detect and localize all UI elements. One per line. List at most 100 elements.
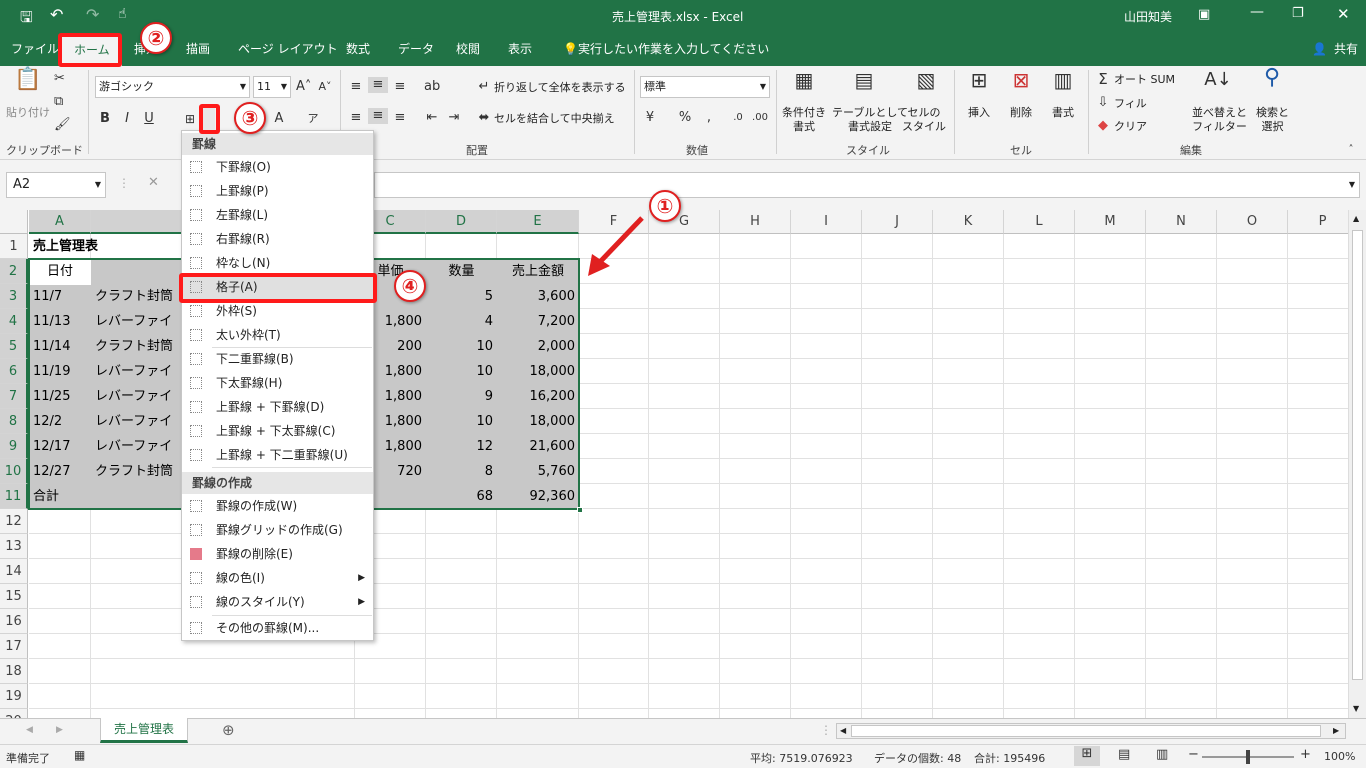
cell-date[interactable]: 12/17 <box>29 434 91 459</box>
row-header-13[interactable]: 13 <box>0 534 28 559</box>
cell-total-sales[interactable]: 92,360 <box>497 484 579 509</box>
decrease-decimal-icon[interactable]: .00 <box>752 110 768 126</box>
row-header-15[interactable]: 15 <box>0 584 28 609</box>
cell-date[interactable]: 12/27 <box>29 459 91 484</box>
cell-sales[interactable]: 2,000 <box>497 334 579 359</box>
wrap-text-icon[interactable]: ↵ <box>476 79 492 95</box>
row-header-10[interactable]: 10 <box>0 459 28 484</box>
grow-font-icon[interactable]: A˄ <box>296 79 311 95</box>
increase-decimal-icon[interactable]: .0 <box>730 110 746 126</box>
header-quantity[interactable]: 数量 <box>426 259 497 284</box>
wrap-text-button[interactable]: 折り返して全体を表示する <box>494 81 626 95</box>
share-button[interactable]: 共有 <box>1334 32 1358 66</box>
column-header-i[interactable]: I <box>791 210 862 234</box>
italic-button[interactable]: I <box>121 111 133 127</box>
row-header-5[interactable]: 5 <box>0 334 28 359</box>
vertical-scrollbar[interactable]: ▲ ▼ <box>1348 210 1366 718</box>
zoom-level[interactable]: 100% <box>1324 750 1355 763</box>
horizontal-scrollbar[interactable]: ◀ ▶ <box>836 723 1346 739</box>
column-header-e[interactable]: E <box>497 210 579 234</box>
currency-icon[interactable]: ¥ <box>642 110 658 126</box>
fill-button[interactable]: フィル <box>1114 97 1147 111</box>
row-header-17[interactable]: 17 <box>0 634 28 659</box>
restore-icon[interactable]: ❐ <box>1292 6 1304 21</box>
header-date[interactable]: 日付 <box>29 259 91 284</box>
tab-formulas[interactable]: 数式 <box>346 32 370 66</box>
menu-item-bottom-border[interactable]: 下罫線(O) <box>182 155 373 179</box>
column-header-h[interactable]: H <box>720 210 791 234</box>
conditional-format-icon[interactable]: ▦ <box>790 70 818 90</box>
phonetic-icon[interactable]: ア <box>306 111 320 127</box>
menu-item-draw-border[interactable]: 罫線の作成(W) <box>182 494 373 518</box>
column-header-d[interactable]: D <box>426 210 497 234</box>
autosum-icon[interactable]: Σ <box>1096 71 1110 87</box>
cell-date[interactable]: 11/7 <box>29 284 91 309</box>
row-header-9[interactable]: 9 <box>0 434 28 459</box>
cell-sales[interactable]: 18,000 <box>497 359 579 384</box>
prev-sheet-icon[interactable]: ◀ <box>26 725 33 735</box>
scroll-thumb[interactable] <box>1352 230 1363 680</box>
menu-item-line-style[interactable]: 線のスタイル(Y) ▶ <box>182 590 373 614</box>
ribbon-display-icon[interactable]: ▣ <box>1198 7 1210 22</box>
cell-styles-button[interactable]: セルの スタイル <box>902 106 946 134</box>
align-center-icon[interactable]: ≡ <box>368 108 388 124</box>
cut-icon[interactable]: ✂ <box>54 71 65 87</box>
zoom-in-icon[interactable]: + <box>1300 747 1311 762</box>
align-left-icon[interactable]: ≡ <box>348 110 364 126</box>
add-sheet-icon[interactable]: ⊕ <box>222 721 235 739</box>
cell-sales[interactable]: 18,000 <box>497 409 579 434</box>
column-header-a[interactable]: A <box>29 210 91 234</box>
cancel-icon[interactable]: ✕ <box>148 175 159 190</box>
clear-button[interactable]: クリア <box>1114 120 1147 134</box>
scroll-up-icon[interactable]: ▲ <box>1353 214 1359 223</box>
column-header-o[interactable]: O <box>1217 210 1288 234</box>
row-header-4[interactable]: 4 <box>0 309 28 334</box>
row-header-8[interactable]: 8 <box>0 409 28 434</box>
scroll-right-icon[interactable]: ▶ <box>1333 726 1339 735</box>
cell-sales[interactable]: 3,600 <box>497 284 579 309</box>
sort-filter-icon[interactable]: A↓ <box>1204 71 1232 89</box>
format-painter-icon[interactable]: 🖌 <box>54 117 71 133</box>
redo-icon[interactable]: ↷ <box>86 5 99 24</box>
menu-item-thick-box-border[interactable]: 太い外枠(T) <box>182 323 373 347</box>
page-layout-view-icon[interactable]: ▤ <box>1118 747 1130 762</box>
format-as-table-button[interactable]: テーブルとして 書式設定 <box>832 106 908 134</box>
font-color-icon[interactable]: A <box>272 111 286 127</box>
menu-item-thick-bottom-border[interactable]: 下太罫線(H) <box>182 371 373 395</box>
row-header-16[interactable]: 16 <box>0 609 28 634</box>
sheet-divider-icon[interactable]: ⋮ <box>820 723 832 737</box>
cell-date[interactable]: 11/19 <box>29 359 91 384</box>
format-cells-icon[interactable]: ▥ <box>1050 70 1076 90</box>
shrink-font-icon[interactable]: A˅ <box>318 79 332 95</box>
zoom-slider-thumb[interactable] <box>1246 750 1250 764</box>
menu-item-line-color[interactable]: 線の色(I) ▶ <box>182 566 373 590</box>
cell-quantity[interactable]: 9 <box>426 384 497 409</box>
merge-center-button[interactable]: セルを結合して中央揃え <box>494 112 615 126</box>
borders-icon[interactable]: ⊞ <box>183 111 197 127</box>
scroll-down-icon[interactable]: ▼ <box>1353 704 1359 713</box>
cell-date[interactable]: 11/25 <box>29 384 91 409</box>
cell-sales[interactable]: 16,200 <box>497 384 579 409</box>
cell-total-label[interactable]: 合計 <box>29 484 91 509</box>
touch-mode-icon[interactable]: ☝ <box>118 6 127 22</box>
header-sales[interactable]: 売上金額 <box>497 259 579 284</box>
cell-date[interactable]: 12/2 <box>29 409 91 434</box>
cell-styles-icon[interactable]: ▧ <box>912 70 940 90</box>
tell-me-input[interactable]: 実行したい作業を入力してください <box>578 32 769 66</box>
align-right-icon[interactable]: ≡ <box>392 110 408 126</box>
menu-item-draw-border-grid[interactable]: 罫線グリッドの作成(G) <box>182 518 373 542</box>
name-box[interactable]: A2 ▼ <box>6 172 106 198</box>
normal-view-icon[interactable]: ⊞ <box>1074 746 1100 766</box>
tab-data[interactable]: データ <box>398 32 434 66</box>
tab-review[interactable]: 校閲 <box>456 32 480 66</box>
row-header-11[interactable]: 11 <box>0 484 28 509</box>
cell-sales[interactable]: 5,760 <box>497 459 579 484</box>
column-header-n[interactable]: N <box>1146 210 1217 234</box>
tab-draw[interactable]: 描画 <box>186 32 210 66</box>
align-bottom-icon[interactable]: ≡ <box>392 79 408 95</box>
find-select-button[interactable]: 検索と 選択 <box>1256 106 1289 134</box>
user-name[interactable]: 山田知美 <box>1124 8 1172 25</box>
collapse-ribbon-icon[interactable]: ˄ <box>1344 142 1358 158</box>
column-header-l[interactable]: L <box>1004 210 1075 234</box>
column-header-m[interactable]: M <box>1075 210 1146 234</box>
